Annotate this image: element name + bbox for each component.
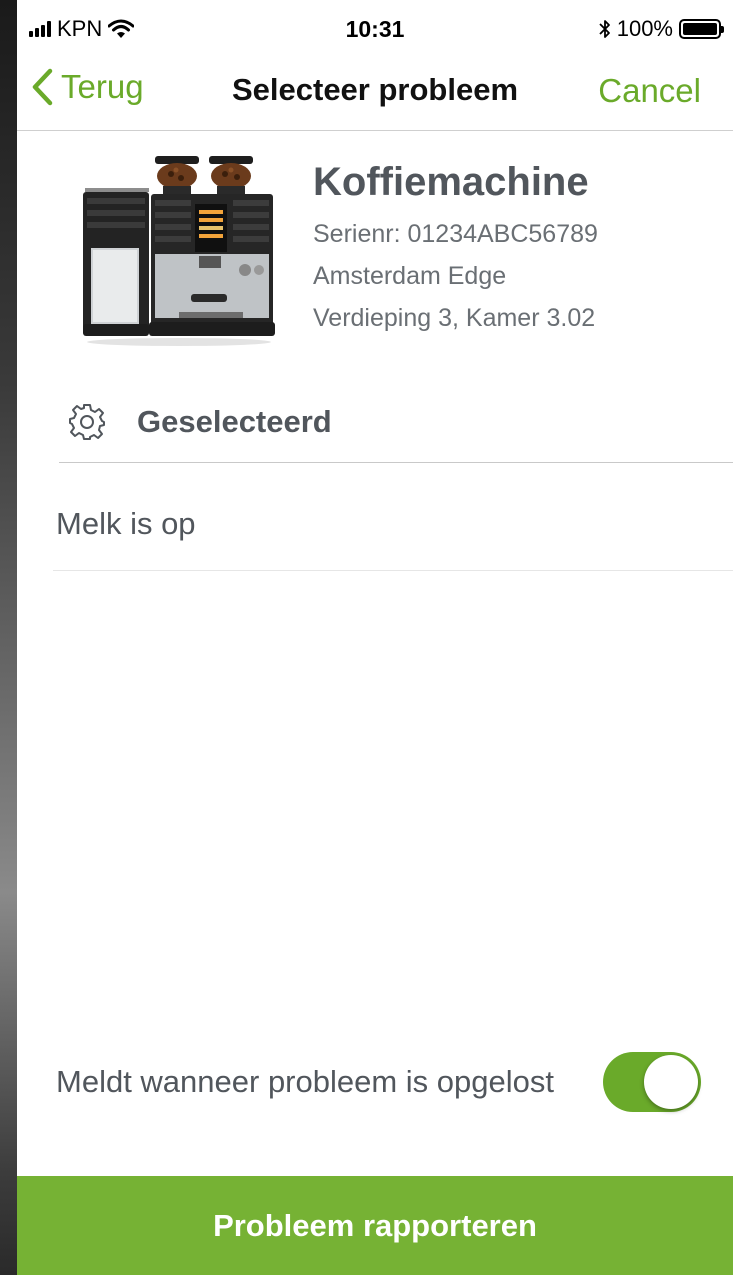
list-item-problem[interactable]: Melk is op bbox=[56, 506, 196, 542]
battery-percent: 100% bbox=[616, 16, 673, 41]
gear-icon bbox=[69, 404, 105, 440]
selected-header: Geselecteerd bbox=[67, 402, 332, 442]
product-serial: Serienr: 01234ABC56789 bbox=[313, 220, 598, 248]
battery-icon bbox=[679, 19, 724, 39]
divider bbox=[59, 462, 733, 463]
status-right: 100% bbox=[599, 16, 724, 42]
background-edge bbox=[0, 0, 17, 1275]
product-location: Amsterdam Edge bbox=[313, 262, 507, 290]
selected-label: Geselecteerd bbox=[137, 404, 332, 439]
navigation-bar: Terug Selecteer probleem Cancel bbox=[17, 58, 733, 131]
product-name: Koffiemachine bbox=[313, 160, 589, 204]
notify-label: Meldt wanneer probleem is opgelost bbox=[56, 1064, 554, 1099]
toggle-knob bbox=[644, 1055, 698, 1109]
status-bar: KPN 10:31 100% bbox=[17, 0, 733, 58]
product-room: Verdieping 3, Kamer 3.02 bbox=[313, 304, 596, 332]
app-screen: KPN 10:31 100% Terug Selecteer probleem … bbox=[17, 0, 733, 1275]
coffee-machine-image bbox=[83, 156, 275, 346]
bluetooth-icon bbox=[599, 20, 610, 38]
notify-toggle[interactable] bbox=[603, 1052, 701, 1112]
cancel-button[interactable]: Cancel bbox=[598, 72, 701, 110]
report-problem-button[interactable]: Probleem rapporteren bbox=[17, 1176, 733, 1275]
divider bbox=[53, 570, 733, 571]
